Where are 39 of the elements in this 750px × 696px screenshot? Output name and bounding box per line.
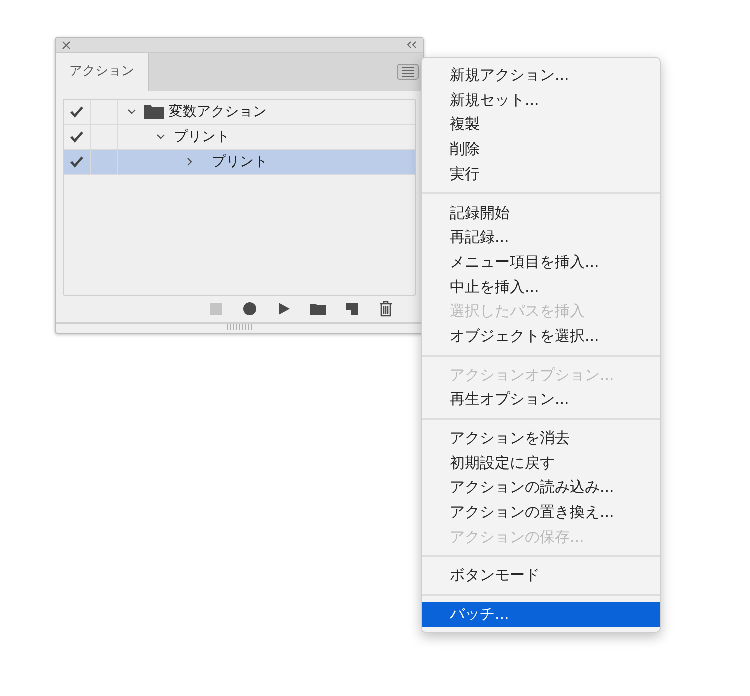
checkmark-icon[interactable] <box>70 131 84 143</box>
menu-item[interactable]: 記録開始 <box>422 200 660 226</box>
chevron-right-icon[interactable] <box>185 157 195 167</box>
menu-item[interactable]: アクションの置き換え... <box>422 500 660 525</box>
menu-item[interactable]: ボタンモード <box>422 563 660 588</box>
checkmark-icon[interactable] <box>70 106 84 118</box>
checkmark-icon[interactable] <box>70 156 84 168</box>
action-row[interactable]: プリント <box>64 150 415 175</box>
collapse-icon[interactable] <box>407 41 417 49</box>
folder-icon[interactable] <box>310 301 326 317</box>
action-row[interactable]: 変数アクション <box>64 100 415 125</box>
action-label: プリント <box>174 128 230 146</box>
chevron-down-icon[interactable] <box>156 132 166 142</box>
action-label: プリント <box>212 152 268 172</box>
close-icon[interactable] <box>62 40 71 50</box>
menu-item[interactable]: 中止を挿入... <box>422 274 660 300</box>
menu-item[interactable]: 複製 <box>422 112 660 138</box>
menu-item[interactable]: 初期設定に戻す <box>422 450 660 476</box>
folder-icon <box>144 105 164 119</box>
menu-item[interactable]: 削除 <box>422 137 660 162</box>
menu-item[interactable]: 再生オプション... <box>422 387 660 412</box>
record-icon[interactable] <box>242 301 258 317</box>
menu-item[interactable]: メニュー項目を挿入... <box>422 250 660 274</box>
menu-item[interactable]: バッチ... <box>422 602 660 627</box>
menu-item[interactable]: アクションを消去 <box>422 426 660 451</box>
menu-item[interactable]: 新規アクション... <box>422 63 660 88</box>
panel-menu-button[interactable] <box>397 64 419 80</box>
menu-item[interactable]: オブジェクトを選択... <box>422 324 660 349</box>
menu-item[interactable]: 新規セット... <box>422 88 660 112</box>
chevron-down-icon[interactable] <box>127 107 137 117</box>
menu-item[interactable]: 再記録... <box>422 225 660 250</box>
resize-grip-icon[interactable] <box>226 324 252 330</box>
play-icon[interactable] <box>276 301 292 317</box>
action-label: 変数アクション <box>169 102 267 122</box>
menu-item[interactable]: アクションの読み込み... <box>422 475 660 500</box>
menu-item[interactable]: 実行 <box>422 162 660 186</box>
new-item-icon[interactable] <box>344 301 360 317</box>
trash-icon[interactable] <box>378 301 394 317</box>
panel-tab[interactable]: アクション <box>56 53 149 91</box>
